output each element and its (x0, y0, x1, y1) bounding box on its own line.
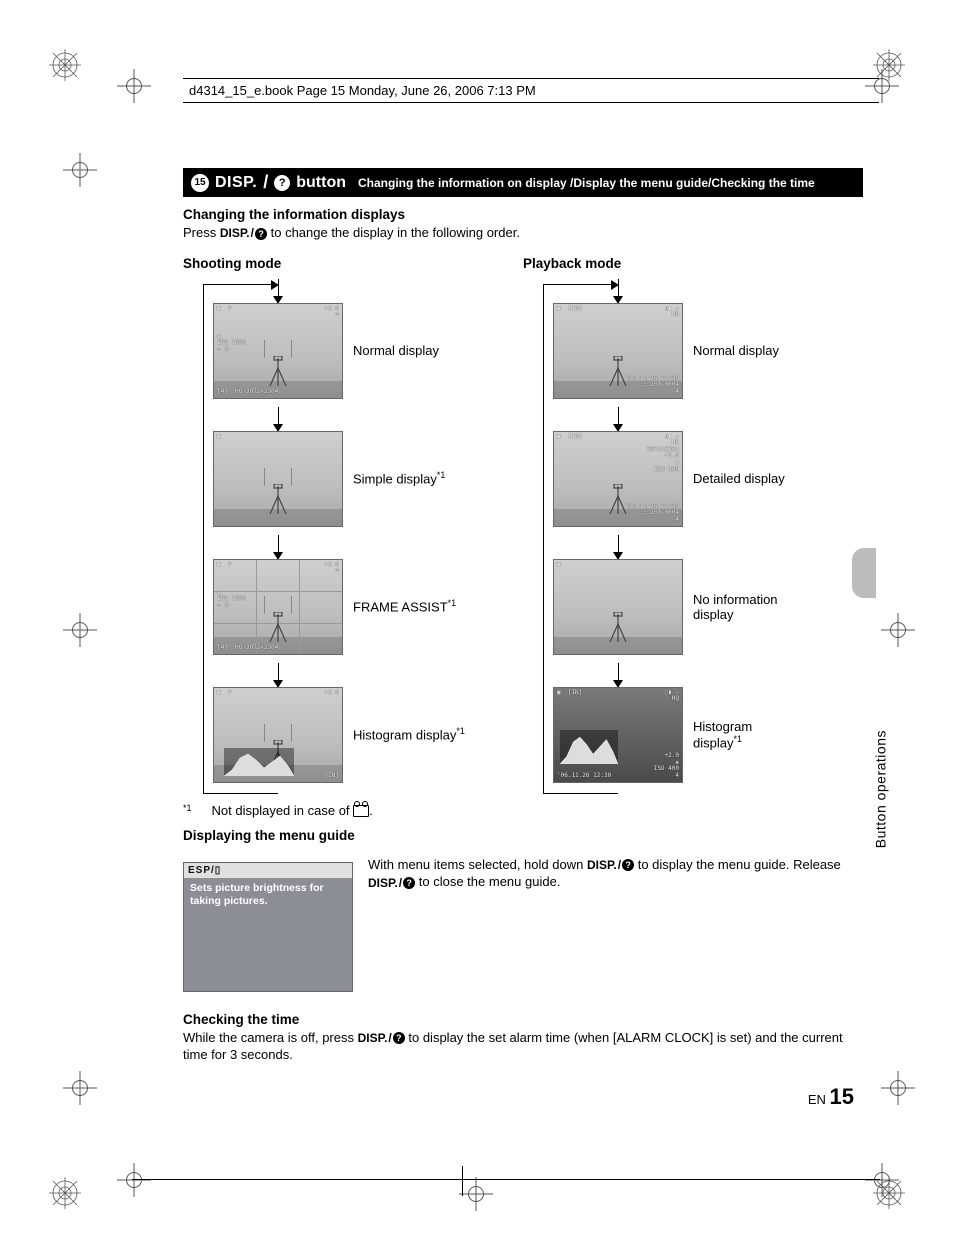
shoot-entry-histogram: ▣ P +2.0 [IN] Histogram display*1 (203, 687, 503, 783)
disp-help-button-inline: DISP./? (587, 857, 634, 873)
histogram-icon (560, 730, 618, 764)
button-word: button (296, 174, 346, 192)
section-side-label: Button operations (872, 730, 888, 848)
crop-line (462, 1166, 463, 1196)
step-number-icon: 15 (191, 174, 209, 192)
disp-help-button-inline: DISP./? (220, 225, 267, 241)
menu-guide-top: ESP/▯ (184, 863, 352, 878)
caption: Histogram display*1 (693, 719, 752, 750)
display-preview: ▣ P +2.0 ⊘ ❀ ISO 1600 ▭ ⏲ [4] HQ 3072×23… (213, 559, 343, 655)
register-mark-icon (874, 1172, 890, 1188)
playback-cycle: ▣ [IN] ▯▮ ☆ HQ '06.11.26 12:30 ▭ 100-000… (543, 279, 843, 799)
shooting-mode-col: Shooting mode ▣ P +2.0 ⊘ ❀ ISO 160 (183, 256, 523, 799)
display-preview: ▣ [IN] ▯▮ ☆ HQ +2.0 ❀ ISO 400 4 '06.11.2… (553, 687, 683, 783)
playback-mode-title: Playback mode (523, 256, 863, 271)
shooting-mode-title: Shooting mode (183, 256, 523, 271)
modes-row: Shooting mode ▣ P +2.0 ⊘ ❀ ISO 160 (183, 256, 863, 799)
caption: Normal display (353, 343, 439, 358)
section-heading-desc: Changing the information on display /Dis… (358, 176, 815, 190)
register-mark-icon (126, 78, 142, 94)
tripod-icon (267, 356, 289, 388)
arrow-down-icon (618, 407, 619, 431)
crop-mark-icon (872, 48, 906, 82)
arrow-down-icon (278, 407, 279, 431)
shoot-entry-simple: ▣ Simple display*1 (203, 431, 503, 527)
playback-mode-col: Playback mode ▣ [IN] ▯▮ ☆ HQ '06.11.26 1… (523, 256, 863, 799)
register-mark-icon (890, 622, 906, 638)
page: d4314_15_e.book Page 15 Monday, June 26,… (0, 0, 954, 1258)
subheading-changing-info: Changing the information displays (183, 207, 863, 222)
header-stamp-text: d4314_15_e.book Page 15 Monday, June 26,… (189, 83, 879, 98)
register-mark-icon (468, 1186, 484, 1202)
disp-help-button-inline: DISP./? (358, 1030, 405, 1046)
arrow-down-icon (618, 663, 619, 687)
subheading-checking-time: Checking the time (183, 1012, 863, 1027)
caption: FRAME ASSIST*1 (353, 598, 456, 614)
menu-guide-text: With menu items selected, hold down DISP… (368, 856, 863, 891)
register-mark-icon (72, 1080, 88, 1096)
menu-guide-preview: ESP/▯ Sets picture brightness for taking… (183, 862, 353, 992)
caption: Histogram display*1 (353, 726, 465, 742)
crop-mark-icon (48, 48, 82, 82)
tripod-icon (267, 484, 289, 516)
arrow-down-icon (278, 663, 279, 687)
play-entry-normal: ▣ [IN] ▯▮ ☆ HQ '06.11.26 12:30 ▭ 100-000… (543, 303, 843, 399)
display-preview: ▣ (553, 559, 683, 655)
register-mark-icon (72, 622, 88, 638)
footnote: *1 Not displayed in case of . (183, 803, 863, 818)
arrow-down-icon (618, 535, 619, 559)
tripod-icon (607, 612, 629, 644)
slash-icon: / (263, 172, 268, 193)
display-preview: ▣ [IN] ▯▮ ☆ HQ 3072×2304 +2.0 ❀ ISO 400 … (553, 431, 683, 527)
register-mark-icon (890, 1080, 906, 1096)
page-number: EN 15 (808, 1084, 854, 1110)
section-heading-bar: 15 DISP. / ? button Changing the informa… (183, 168, 863, 197)
changing-info-text: Press DISP./? to change the display in t… (183, 224, 863, 242)
checking-time-text: While the camera is off, press DISP./? t… (183, 1029, 863, 1064)
header-stamp: d4314_15_e.book Page 15 Monday, June 26,… (183, 78, 879, 103)
register-mark-icon (126, 1172, 142, 1188)
content-area: 15 DISP. / ? button Changing the informa… (183, 168, 863, 1066)
register-mark-icon (72, 162, 88, 178)
display-preview: ▣ P +2.0 ⊘ ❀ ISO 1600 ▭ ⏲ [4] HQ 3072×23… (213, 303, 343, 399)
arrow-down-icon (278, 279, 279, 303)
subheading-menu-guide: Displaying the menu guide (183, 828, 863, 843)
arrow-down-icon (618, 279, 619, 303)
caption: Simple display*1 (353, 470, 445, 486)
shoot-entry-frame-assist: ▣ P +2.0 ⊘ ❀ ISO 1600 ▭ ⏲ [4] HQ 3072×23… (203, 559, 503, 655)
caption: Detailed display (693, 471, 785, 486)
help-icon: ? (274, 175, 290, 191)
crop-line (132, 1179, 880, 1180)
menu-guide-blurb: Sets picture brightness for taking pictu… (184, 878, 352, 912)
movie-mode-icon (353, 805, 369, 817)
crop-mark-icon (48, 1176, 82, 1210)
play-entry-histogram: ▣ [IN] ▯▮ ☆ HQ +2.0 ❀ ISO 400 4 '06.11.2… (543, 687, 843, 783)
play-entry-noinfo: ▣ No information display (543, 559, 843, 655)
tripod-icon (267, 612, 289, 644)
caption: No information display (693, 592, 813, 622)
display-preview: ▣ [IN] ▯▮ ☆ HQ '06.11.26 12:30 ▭ 100-000… (553, 303, 683, 399)
display-preview: ▣ (213, 431, 343, 527)
play-entry-detailed: ▣ [IN] ▯▮ ☆ HQ 3072×2304 +2.0 ❀ ISO 400 … (543, 431, 843, 527)
shooting-cycle: ▣ P +2.0 ⊘ ❀ ISO 1600 ▭ ⏲ [4] HQ 3072×23… (203, 279, 503, 799)
arrow-down-icon (278, 535, 279, 559)
disp-label: DISP. (215, 174, 257, 192)
disp-help-button-inline: DISP./? (368, 875, 415, 891)
shoot-entry-normal: ▣ P +2.0 ⊘ ❀ ISO 1600 ▭ ⏲ [4] HQ 3072×23… (203, 303, 503, 399)
caption: Normal display (693, 343, 779, 358)
menu-guide-row: ESP/▯ Sets picture brightness for taking… (183, 856, 863, 1002)
histogram-icon (224, 748, 294, 776)
display-preview: ▣ P +2.0 [IN] (213, 687, 343, 783)
